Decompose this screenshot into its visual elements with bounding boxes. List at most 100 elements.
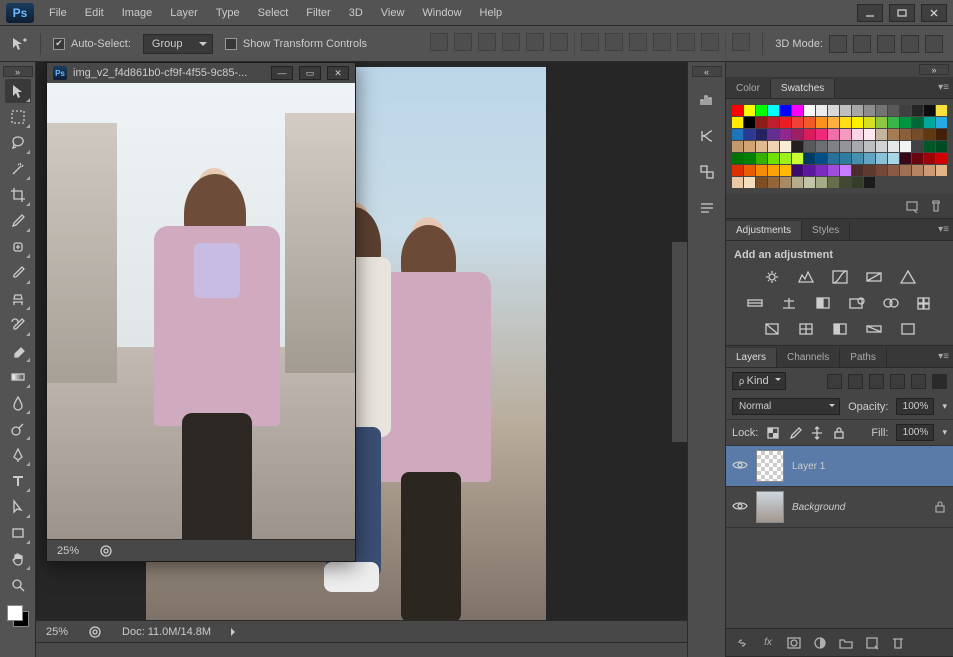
swatch[interactable] <box>876 153 887 164</box>
paragraph-panel-icon[interactable] <box>694 195 720 221</box>
show-transform-checkbox[interactable] <box>225 38 237 50</box>
swatch[interactable] <box>732 165 743 176</box>
swatch[interactable] <box>936 105 947 116</box>
menu-layer[interactable]: Layer <box>161 3 207 23</box>
chevron-down-icon[interactable]: ▾ <box>942 401 947 412</box>
swatch[interactable] <box>828 177 839 188</box>
menu-window[interactable]: Window <box>413 3 470 23</box>
swatch[interactable] <box>828 129 839 140</box>
swatch[interactable] <box>936 165 947 176</box>
swatch[interactable] <box>828 165 839 176</box>
swatch[interactable] <box>756 129 767 140</box>
swatch[interactable] <box>840 117 851 128</box>
swatch[interactable] <box>888 117 899 128</box>
layer-kind-select[interactable]: ρ Kind <box>732 372 786 390</box>
crop-tool[interactable] <box>5 183 31 207</box>
swatch[interactable] <box>816 117 827 128</box>
3d-roll-icon[interactable] <box>853 35 871 53</box>
swatch[interactable] <box>780 165 791 176</box>
swatch[interactable] <box>732 177 743 188</box>
swatch[interactable] <box>744 177 755 188</box>
clone-stamp-tool[interactable] <box>5 287 31 311</box>
floating-zoom[interactable]: 25% <box>57 545 79 557</box>
levels-icon[interactable] <box>796 269 816 285</box>
close-button[interactable] <box>921 4 947 22</box>
main-zoom[interactable]: 25% <box>46 626 68 638</box>
threshold-icon[interactable] <box>830 321 850 337</box>
auto-select-checkbox[interactable] <box>53 38 65 50</box>
swatch[interactable] <box>876 105 887 116</box>
type-tool[interactable] <box>5 469 31 493</box>
lock-position-icon[interactable] <box>810 426 824 440</box>
swatch[interactable] <box>840 177 851 188</box>
document-image[interactable] <box>47 83 355 539</box>
swatch[interactable] <box>756 153 767 164</box>
swatch[interactable] <box>756 165 767 176</box>
swatch[interactable] <box>852 177 863 188</box>
menu-filter[interactable]: Filter <box>297 3 339 23</box>
dist-top-icon[interactable] <box>581 33 599 51</box>
clone-source-panel-icon[interactable] <box>694 159 720 185</box>
doc-close-button[interactable]: ✕ <box>327 66 349 80</box>
swatch[interactable] <box>876 141 887 152</box>
canvas-area[interactable]: Ps img_v2_f4d861b0-cf9f-4f55-9c85-... — … <box>36 62 687 657</box>
swatch[interactable] <box>852 129 863 140</box>
swatch[interactable] <box>804 153 815 164</box>
adjustment-layer-icon[interactable] <box>812 635 828 651</box>
tab-paths[interactable]: Paths <box>840 348 887 367</box>
panel-menu-icon[interactable]: ▾≡ <box>938 82 949 93</box>
swatch[interactable] <box>900 165 911 176</box>
invert-icon[interactable] <box>762 321 782 337</box>
lock-transparency-icon[interactable] <box>766 426 780 440</box>
dist-bottom-icon[interactable] <box>629 33 647 51</box>
swatch[interactable] <box>816 153 827 164</box>
swatch[interactable] <box>912 105 923 116</box>
3d-zoom-icon[interactable] <box>925 35 943 53</box>
menu-image[interactable]: Image <box>113 3 162 23</box>
swatch[interactable] <box>864 177 875 188</box>
swatch[interactable] <box>804 141 815 152</box>
channel-mixer-icon[interactable] <box>881 295 901 311</box>
swatch[interactable] <box>768 129 779 140</box>
swatch[interactable] <box>732 129 743 140</box>
marquee-tool[interactable] <box>5 105 31 129</box>
swatch[interactable] <box>924 129 935 140</box>
swatch[interactable] <box>912 117 923 128</box>
swatch[interactable] <box>768 165 779 176</box>
swatch[interactable] <box>744 141 755 152</box>
swatch[interactable] <box>852 141 863 152</box>
swatch[interactable] <box>768 177 779 188</box>
swatch[interactable] <box>888 105 899 116</box>
swatch[interactable] <box>792 153 803 164</box>
group-layers-icon[interactable] <box>838 635 854 651</box>
photo-filter-icon[interactable] <box>847 295 867 311</box>
swatch[interactable] <box>876 117 887 128</box>
chevron-down-icon[interactable]: ▾ <box>942 427 947 438</box>
swatch[interactable] <box>744 117 755 128</box>
swatch[interactable] <box>828 105 839 116</box>
swatch[interactable] <box>900 105 911 116</box>
swatch[interactable] <box>888 129 899 140</box>
swatch[interactable] <box>780 153 791 164</box>
swatch[interactable] <box>888 165 899 176</box>
menu-edit[interactable]: Edit <box>76 3 113 23</box>
align-right-icon[interactable] <box>550 33 568 51</box>
path-select-tool[interactable] <box>5 495 31 519</box>
swatch[interactable] <box>780 129 791 140</box>
swatch[interactable] <box>780 105 791 116</box>
dist-left-icon[interactable] <box>653 33 671 51</box>
3d-pan-icon[interactable] <box>877 35 895 53</box>
swatch[interactable] <box>900 117 911 128</box>
swatch[interactable] <box>912 129 923 140</box>
swatch[interactable] <box>828 117 839 128</box>
brightness-icon[interactable] <box>762 269 782 285</box>
swatch[interactable] <box>792 129 803 140</box>
nav-icon[interactable] <box>88 625 102 639</box>
filter-smart-icon[interactable] <box>911 374 926 389</box>
brush-tool[interactable] <box>5 261 31 285</box>
tab-swatches[interactable]: Swatches <box>771 79 835 98</box>
lock-image-icon[interactable] <box>788 426 802 440</box>
history-brush-tool[interactable] <box>5 313 31 337</box>
swatch[interactable] <box>840 129 851 140</box>
swatch[interactable] <box>744 153 755 164</box>
